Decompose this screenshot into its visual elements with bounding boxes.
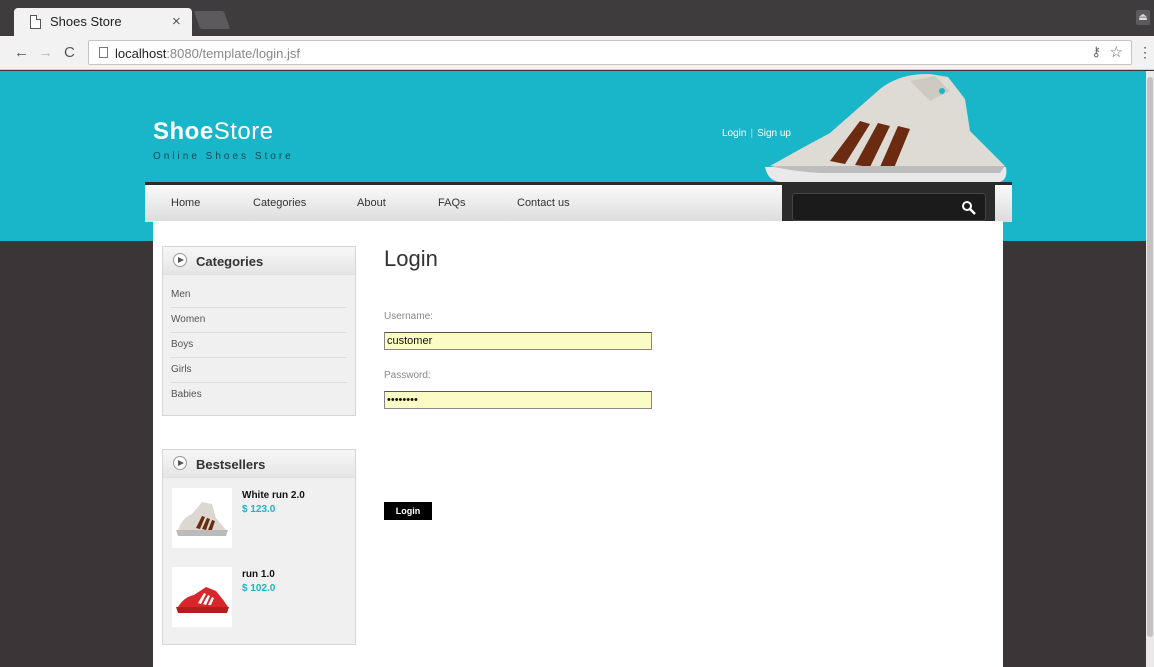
logo-bold: Shoe <box>153 118 214 145</box>
bookmark-star-icon[interactable]: ☆ <box>1110 43 1123 61</box>
scrollbar-thumb[interactable] <box>1147 77 1153 637</box>
new-tab-button[interactable] <box>193 11 231 29</box>
profile-icon[interactable]: ⏏ <box>1136 10 1150 25</box>
product-price: $ 123.0 <box>242 504 276 515</box>
nav-about[interactable]: About <box>357 197 386 209</box>
category-babies[interactable]: Babies <box>171 383 347 408</box>
nav-categories[interactable]: Categories <box>253 197 306 209</box>
reload-icon[interactable]: C <box>64 44 75 61</box>
category-list: Men Women Boys Girls Babies <box>163 275 355 408</box>
categories-title: Categories <box>196 254 264 269</box>
page-favicon-icon <box>30 15 41 29</box>
page-viewport: ShoeStore Online Shoes Store Login | Sign … <box>0 71 1146 667</box>
password-input[interactable] <box>384 391 652 409</box>
browser-tab-bar: Shoes Store × ⏏ <box>0 0 1154 36</box>
logo-light: Store <box>213 118 274 145</box>
category-girls[interactable]: Girls <box>171 358 347 383</box>
nav-faqs[interactable]: FAQs <box>438 197 466 209</box>
categories-header: Categories <box>163 247 355 275</box>
play-arrow-icon <box>173 253 187 267</box>
main-content: Categories Men Women Boys Girls Babies B… <box>153 221 1003 667</box>
category-men[interactable]: Men <box>171 283 347 308</box>
back-arrow-icon[interactable]: ← <box>14 44 29 61</box>
sneaker-banner-image <box>765 73 1007 182</box>
bestsellers-header: Bestsellers <box>163 450 355 478</box>
login-link[interactable]: Login <box>722 128 746 139</box>
browser-menu-icon[interactable]: ⋮ <box>1138 44 1152 61</box>
white-sneaker-image[interactable] <box>172 488 232 548</box>
category-boys[interactable]: Boys <box>171 333 347 358</box>
page-icon <box>99 47 108 58</box>
url-host: localhost <box>115 46 167 61</box>
tab-title: Shoes Store <box>50 14 122 29</box>
site-tagline: Online Shoes Store <box>153 151 294 162</box>
nav-home[interactable]: Home <box>171 197 200 209</box>
browser-toolbar: ← → C localhost:8080/template/login.jsf … <box>0 36 1154 70</box>
key-icon[interactable]: ⚷ <box>1091 44 1101 60</box>
username-label: Username: <box>384 311 433 322</box>
login-button[interactable]: Login <box>384 502 432 520</box>
url-path: :8080/template/login.jsf <box>166 46 301 61</box>
product-name[interactable]: run 1.0 <box>242 569 275 580</box>
product-name[interactable]: White run 2.0 <box>242 490 305 501</box>
site-header: ShoeStore Online Shoes Store Login | Sign … <box>0 71 1146 241</box>
search-input[interactable] <box>792 193 986 221</box>
bestsellers-box: Bestsellers White run 2.0 $ 123.0 run 1.… <box>162 449 356 645</box>
link-separator: | <box>750 128 754 139</box>
page-title: Login <box>384 246 438 271</box>
url-text[interactable]: localhost:8080/template/login.jsf <box>115 46 300 61</box>
categories-box: Categories Men Women Boys Girls Babies <box>162 246 356 416</box>
category-women[interactable]: Women <box>171 308 347 333</box>
forward-arrow-icon[interactable]: → <box>38 44 53 61</box>
site-logo[interactable]: ShoeStore <box>153 118 274 146</box>
password-label: Password: <box>384 370 431 381</box>
address-bar[interactable]: localhost:8080/template/login.jsf ⚷ ☆ <box>88 40 1132 65</box>
browser-tab[interactable]: Shoes Store × <box>14 8 192 36</box>
nav-contact-us[interactable]: Contact us <box>517 197 570 209</box>
red-sneaker-image[interactable] <box>172 567 232 627</box>
search-icon[interactable] <box>961 200 977 216</box>
page-scrollbar[interactable] <box>1146 71 1154 667</box>
bestsellers-title: Bestsellers <box>196 457 266 472</box>
username-input[interactable] <box>384 332 652 350</box>
play-arrow-icon <box>173 456 187 470</box>
product-price: $ 102.0 <box>242 583 276 594</box>
tab-close-icon[interactable]: × <box>172 13 181 30</box>
